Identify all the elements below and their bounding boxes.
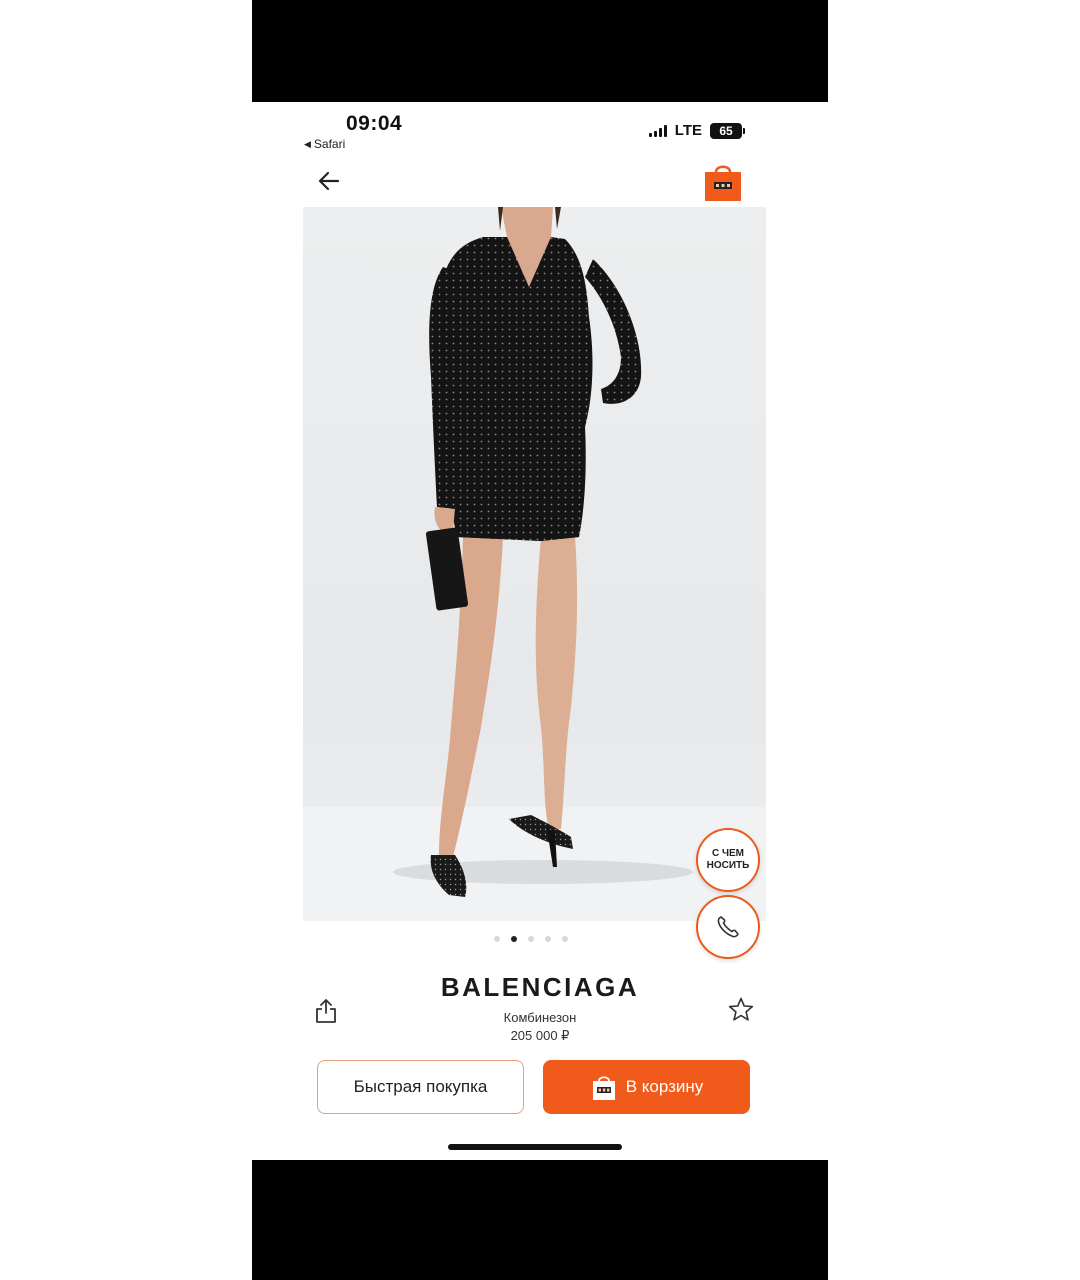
gallery-dot[interactable] [494, 936, 500, 942]
quick-buy-button[interactable]: Быстрая покупка [317, 1060, 524, 1114]
gallery-dot[interactable] [562, 936, 568, 942]
signal-icon [648, 124, 667, 137]
model-illustration [303, 207, 766, 921]
status-indicators: LTE 65 [648, 122, 745, 139]
battery-level: 65 [719, 123, 733, 138]
back-to-app-link[interactable]: ◀ Safari [304, 137, 345, 151]
gallery-dot-active[interactable] [511, 936, 517, 942]
home-indicator[interactable] [448, 1144, 622, 1150]
gallery-dot[interactable] [528, 936, 534, 942]
back-app-label: Safari [313, 137, 346, 151]
product-price: 205 000 ₽ [510, 1028, 570, 1043]
letterbox-bottom [252, 1160, 828, 1280]
product-photo[interactable] [303, 207, 766, 921]
wear-with-button[interactable]: С ЧЕМ НОСИТЬ [696, 828, 760, 892]
call-button[interactable] [696, 895, 760, 959]
shopping-bag-icon[interactable] [702, 160, 744, 202]
page: 09:04 ◀ Safari LTE 65 С ЧЕМ НОСИТЬ BALEN… [0, 0, 1080, 1280]
gallery-dot[interactable] [545, 936, 551, 942]
gallery-pagination [494, 936, 568, 942]
letterbox-top [252, 0, 828, 102]
add-to-cart-button[interactable]: В корзину [543, 1060, 750, 1114]
quick-buy-label: Быстрая покупка [353, 1077, 488, 1096]
phone-screen: 09:04 ◀ Safari LTE 65 С ЧЕМ НОСИТЬ BALEN… [252, 102, 828, 1160]
status-time: 09:04 [346, 112, 403, 135]
back-triangle-icon: ◀ [304, 138, 311, 149]
wear-with-label: С ЧЕМ НОСИТЬ [706, 848, 750, 871]
shopping-bag-icon [592, 1076, 615, 1100]
phone-icon [717, 916, 739, 938]
arrow-left-icon[interactable] [314, 166, 344, 196]
network-label: LTE [674, 122, 702, 139]
battery-icon: 65 [710, 122, 745, 139]
star-icon[interactable] [727, 996, 755, 1024]
add-to-cart-label: В корзину [625, 1077, 704, 1096]
